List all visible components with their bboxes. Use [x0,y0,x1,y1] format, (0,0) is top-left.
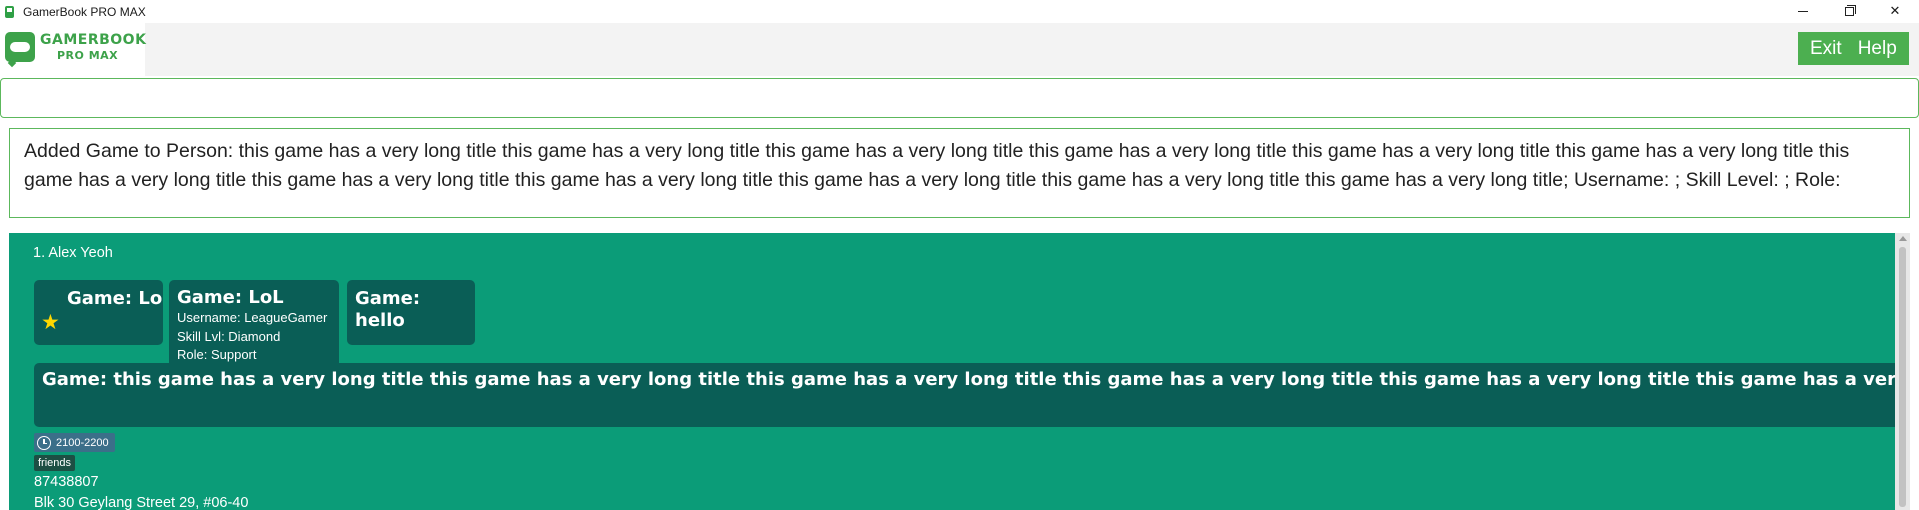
clock-icon [37,435,51,450]
availability-time: 2100-2200 [56,436,109,449]
game-title: Game: LoL [177,287,284,308]
title-bar: GamerBook PRO MAX [0,0,1919,23]
favourite-star-icon: ★ [41,310,60,334]
logo-text-pro-max: PRO MAX [57,49,119,62]
exit-menu[interactable]: Exit [1802,38,1850,60]
game-card-lo: ★ Game: Lo [34,280,163,345]
minimize-icon [1798,11,1808,12]
game-card-lol: Game: LoL Username: LeagueGamer Skill Lv… [169,280,339,375]
maximize-button[interactable] [1826,0,1872,23]
availability-badge: 2100-2200 [34,433,115,452]
gamerbook-logo: GAMERBOOK PRO MAX [0,23,147,76]
game-skill-level: Skill Lvl: Diamond [177,328,281,344]
scrollbar-thumb[interactable] [1899,247,1906,507]
game-card-long-title: Game: this game has a very long title th… [34,363,1907,427]
game-username: Username: LeagueGamer [177,310,328,325]
tag-friends: friends [34,455,76,471]
menu: Exit Help [1798,32,1909,65]
game-title: Game: hello [355,288,421,331]
game-title: Game: this game has a very long title th… [42,369,1907,390]
list-scrollbar[interactable] [1895,233,1910,510]
command-input[interactable] [1,79,1918,117]
result-message: Added Game to Person: this game has a ve… [24,140,1850,191]
result-display: Added Game to Person: this game has a ve… [9,128,1910,218]
close-icon: ✕ [1889,4,1901,19]
help-menu[interactable]: Help [1850,38,1905,60]
app-icon [5,5,14,18]
person-address: Blk 30 Geylang Street 29, #06-40 [34,495,249,510]
command-box [0,78,1919,118]
person-phone: 87438807 [34,474,99,490]
person-list[interactable]: 1. Alex Yeoh ★ Game: Lo Game: LoL Userna… [9,233,1907,510]
gamepad-icon [5,32,35,62]
logo-text-gamerbook: GAMERBOOK [40,32,147,48]
minimize-button[interactable] [1780,0,1826,23]
close-button[interactable]: ✕ [1872,0,1918,23]
menu-bar: GAMERBOOK PRO MAX Exit Help [0,23,1919,76]
game-role: Role: Support [177,347,257,362]
person-name: 1. Alex Yeoh [33,245,113,261]
game-card-hello: Game: hello [347,280,475,345]
game-title: Game: Lo [67,288,163,309]
restore-icon [1844,5,1856,16]
window-title: GamerBook PRO MAX [23,4,146,19]
scroll-up-arrow-icon[interactable] [1899,236,1907,241]
